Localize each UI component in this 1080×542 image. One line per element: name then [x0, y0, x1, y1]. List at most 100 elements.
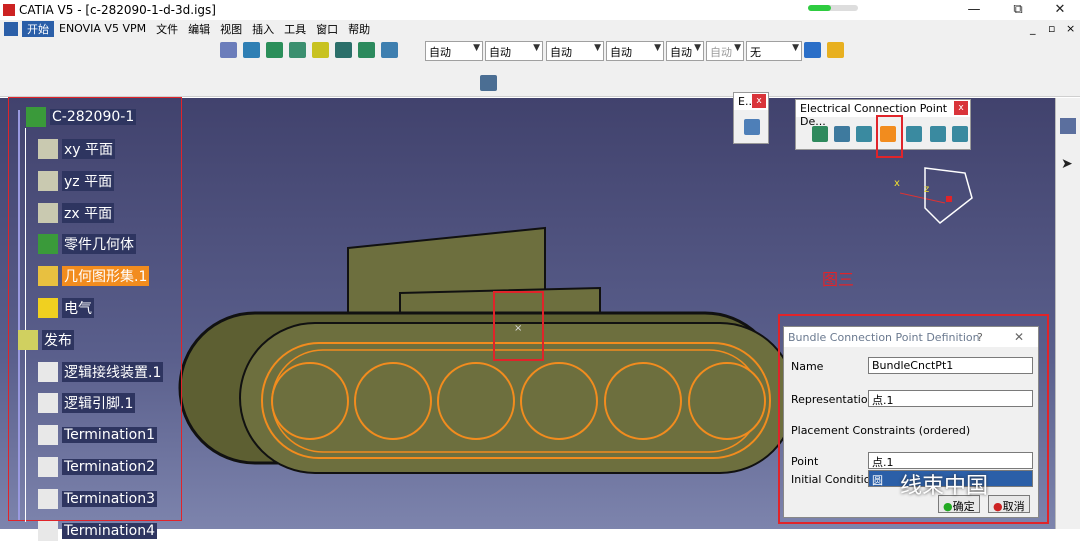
sub-minimize-button[interactable]: _	[1030, 22, 1036, 35]
tree-node-icon	[38, 202, 58, 223]
tree-node-icon	[38, 425, 58, 446]
point-label: Point	[791, 455, 819, 468]
highlight-box-center	[493, 291, 544, 361]
tree-node[interactable]: 零件几何体	[38, 233, 136, 255]
tree-node-icon	[38, 361, 58, 382]
initial-condition-label: Initial Condition	[791, 473, 878, 486]
tree-node-label: zx 平面	[62, 202, 115, 223]
tree-node-icon	[18, 329, 38, 350]
tree-node[interactable]: yz 平面	[38, 170, 115, 192]
help-button[interactable]: ?	[977, 331, 983, 344]
cylinder-icon[interactable]	[381, 42, 398, 58]
e-panel-close[interactable]: x	[752, 94, 766, 108]
tree-node-label: 逻辑接线装置.1	[62, 361, 164, 382]
title-bar: CATIA V5 - [c-282090-1-d-3d.igs] — ⧉ ✕	[0, 0, 1080, 20]
combo-7[interactable]: 无 ▼	[746, 41, 802, 61]
tree-node-icon	[38, 266, 58, 287]
combo-2[interactable]: 自动 ▼	[485, 41, 543, 61]
right-toolbar: ➤	[1055, 98, 1080, 529]
select-arrow-icon[interactable]: ➤	[1061, 156, 1073, 172]
tree-node[interactable]: 几何图形集.1	[38, 265, 150, 287]
menu-enovia[interactable]: ENOVIA V5 VPM	[54, 22, 151, 35]
tree-node[interactable]: 电气	[38, 297, 94, 319]
plug-icon[interactable]	[312, 42, 329, 58]
cube-icon[interactable]	[243, 42, 260, 58]
progress-bar	[808, 5, 858, 11]
tree-node-label: 几何图形集.1	[62, 266, 150, 287]
minimize-button[interactable]: —	[962, 2, 986, 18]
combo-3[interactable]: 自动 ▼	[546, 41, 604, 61]
tree-node-icon	[38, 520, 58, 541]
tree-root[interactable]: C-282090-1	[26, 106, 137, 128]
face-point-icon[interactable]	[834, 126, 850, 142]
menu-edit[interactable]: 编辑	[183, 21, 215, 37]
menu-file[interactable]: 文件	[151, 21, 183, 37]
figure-annotation: 图三	[822, 270, 855, 289]
dialog-close-button[interactable]: ✕	[1014, 330, 1024, 344]
part-icon[interactable]	[266, 42, 283, 58]
cancel-button[interactable]: ●取消	[988, 495, 1030, 513]
catia-logo-icon	[3, 4, 15, 16]
menu-start[interactable]: 开始	[22, 20, 54, 37]
connection-tool-icon[interactable]	[744, 119, 760, 135]
cavity-point-icon[interactable]	[856, 126, 872, 142]
tree-node-icon	[38, 298, 58, 318]
placement-label: Placement Constraints (ordered)	[791, 424, 971, 437]
combo-1[interactable]: 自动 ▼	[425, 41, 483, 61]
menu-window[interactable]: 窗口	[311, 21, 343, 37]
tree-node[interactable]: Termination1	[38, 424, 157, 446]
tree-node[interactable]: 逻辑引脚.1	[38, 392, 136, 414]
tree-node[interactable]: 逻辑接线装置.1	[38, 361, 164, 383]
tree-node-icon	[38, 139, 58, 159]
sub-close-button[interactable]: ×	[1066, 22, 1075, 35]
combo-4[interactable]: 自动 ▼	[606, 41, 664, 61]
compass-tool-icon[interactable]	[1060, 118, 1076, 134]
highlight-box-toolbar	[876, 115, 903, 158]
restore-button[interactable]: ⧉	[1006, 2, 1030, 18]
ecp-panel-close[interactable]: x	[954, 101, 968, 115]
pin-icon[interactable]	[358, 42, 375, 58]
tree-node-label: Termination2	[62, 459, 157, 475]
render-icon[interactable]	[220, 42, 237, 58]
tree-node-icon	[38, 393, 58, 414]
tree-node-label: 发布	[42, 329, 74, 350]
tree-node-label: Termination1	[62, 427, 157, 444]
combo-6[interactable]: 自动 ▼	[706, 41, 744, 61]
tree-node[interactable]: Termination2	[38, 456, 157, 478]
tree-node[interactable]: Termination4	[38, 520, 157, 542]
connector-model: ×	[178, 226, 796, 474]
connector-point-icon[interactable]	[906, 126, 922, 142]
cable-point-icon[interactable]	[952, 126, 968, 142]
tree-node[interactable]: zx 平面	[38, 202, 115, 224]
connector-icon[interactable]	[289, 42, 306, 58]
dialog-title: Bundle Connection Point Definition	[788, 331, 980, 344]
brush-icon[interactable]	[804, 42, 821, 58]
menu-help[interactable]: 帮助	[343, 21, 375, 37]
menu-insert[interactable]: 插入	[247, 21, 279, 37]
representation-field[interactable]: 点.1	[868, 390, 1033, 407]
pin-point-icon[interactable]	[812, 126, 828, 142]
menu-view[interactable]: 视图	[215, 21, 247, 37]
compass-icon[interactable]	[899, 167, 973, 224]
sub-restore-button[interactable]: ▫	[1048, 22, 1055, 35]
product-icon	[26, 107, 46, 127]
menu-tools[interactable]: 工具	[279, 21, 311, 37]
tree-node[interactable]: Termination3	[38, 488, 157, 510]
tree-node-icon	[38, 488, 58, 509]
paint-icon[interactable]	[827, 42, 844, 58]
axis-x-label: x	[894, 178, 900, 189]
toolbar: 自动 ▼ 自动 ▼ 自动 ▼ 自动 ▼ 自动 ▼ 自动 ▼ 无 ▼	[0, 37, 1080, 97]
tree-node-label: Termination3	[62, 490, 157, 507]
name-field[interactable]: BundleCnctPt1	[868, 357, 1033, 374]
combo-5[interactable]: 自动 ▼	[666, 41, 704, 61]
link-icon[interactable]	[480, 75, 497, 91]
mating-point-icon[interactable]	[930, 126, 946, 142]
point-field[interactable]: 点.1	[868, 452, 1033, 469]
tree-node[interactable]: xy 平面	[38, 138, 116, 160]
app-icon[interactable]	[4, 21, 18, 36]
tree-node[interactable]: 发布	[18, 329, 74, 351]
bar-icon[interactable]	[335, 42, 352, 58]
window-title: CATIA V5 - [c-282090-1-d-3d.igs]	[19, 3, 216, 17]
close-button[interactable]: ✕	[1048, 2, 1072, 18]
name-label: Name	[791, 360, 824, 373]
